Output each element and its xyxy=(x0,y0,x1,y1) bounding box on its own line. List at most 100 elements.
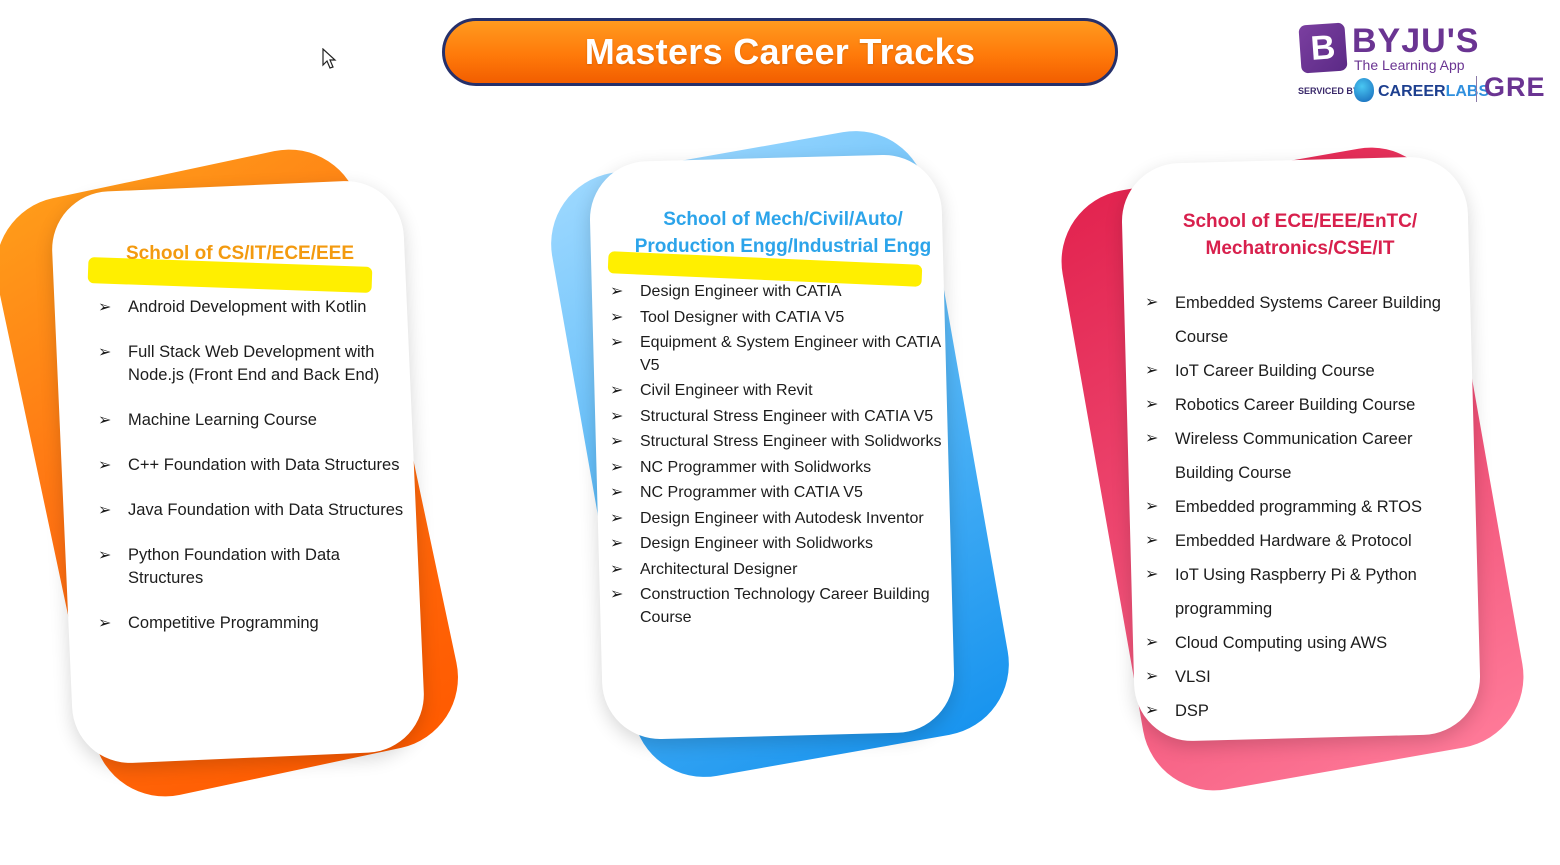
logo-partner-a: CAREER xyxy=(1378,83,1446,100)
blue-course-list: ➢ Design Engineer with CATIA ➢ Tool Designe… xyxy=(610,281,955,632)
list-item: ➢ Design Engineer with CATIA xyxy=(610,281,955,304)
list-item: ➢ Competitive Programming xyxy=(98,612,408,635)
course-name: VLSI xyxy=(1175,668,1211,686)
list-item: ➢ VLSI xyxy=(1145,660,1465,694)
arrow-bullet-icon: ➢ xyxy=(610,382,624,399)
course-name: Design Engineer with Autodesk Inventor xyxy=(640,509,924,527)
arrow-bullet-icon: ➢ xyxy=(98,615,112,632)
course-name: Equipment & System Engineer with CATIA V… xyxy=(640,334,941,374)
course-name: Tool Designer with CATIA V5 xyxy=(640,308,845,326)
list-item: ➢ Equipment & System Engineer with CATIA … xyxy=(610,332,955,377)
list-item: ➢ Tool Designer with CATIA V5 xyxy=(610,307,955,330)
list-item: ➢ IoT Using Raspberry Pi & Python program… xyxy=(1145,558,1465,626)
pink-card-heading: School of ECE/EEE/EnTC/ Mechatronics/CSE… xyxy=(1182,211,1418,259)
pink-course-list: ➢ Embedded Systems Career Building Course… xyxy=(1145,286,1465,728)
list-item: ➢ NC Programmer with Solidworks xyxy=(610,457,955,480)
course-name: Machine Learning Course xyxy=(128,411,317,429)
list-item: ➢ Structural Stress Engineer with Solidwo… xyxy=(610,431,955,454)
course-name: Design Engineer with CATIA xyxy=(640,283,842,300)
arrow-bullet-icon: ➢ xyxy=(1145,430,1159,447)
course-name: DSP xyxy=(1175,702,1209,720)
arrow-bullet-icon: ➢ xyxy=(610,586,624,603)
logo-tagline: The Learning App xyxy=(1354,57,1465,73)
list-item: ➢ Embedded Systems Career Building Course xyxy=(1145,286,1465,354)
course-name: Construction Technology Career Building … xyxy=(640,586,930,626)
list-item: ➢ Wireless Communication Career Building … xyxy=(1145,422,1465,490)
list-item: ➢ Embedded Hardware & Protocol xyxy=(1145,524,1465,558)
arrow-bullet-icon: ➢ xyxy=(1145,362,1159,379)
arrow-bullet-icon: ➢ xyxy=(1145,532,1159,549)
course-name: Embedded Hardware & Protocol xyxy=(1175,532,1412,550)
course-name: NC Programmer with CATIA V5 xyxy=(640,484,863,501)
arrow-bullet-icon: ➢ xyxy=(1145,702,1159,719)
course-name: Embedded Systems Career Building Course xyxy=(1175,294,1441,346)
arrow-bullet-icon: ➢ xyxy=(98,412,112,429)
slide-title: Masters Career Tracks xyxy=(584,31,976,72)
course-name: Competitive Programming xyxy=(128,614,319,632)
arrow-bullet-icon: ➢ xyxy=(98,344,112,361)
course-name: C++ Foundation with Data Structures xyxy=(128,456,400,474)
logo-exam: GRE xyxy=(1484,72,1546,102)
course-name: Python Foundation with Data Structures xyxy=(128,546,340,587)
careerlabs-drop-icon xyxy=(1354,78,1374,102)
list-item: ➢ Civil Engineer with Revit xyxy=(610,380,955,403)
list-item: ➢ NC Programmer with CATIA V5 xyxy=(610,482,955,505)
arrow-bullet-icon: ➢ xyxy=(610,308,624,326)
course-name: Design Engineer with Solidworks xyxy=(640,535,873,552)
list-item: ➢ Full Stack Web Development with Node.js… xyxy=(98,341,408,387)
orange-course-list: ➢ Android Development with Kotlin ➢ Full St… xyxy=(98,296,408,657)
byjus-b-logo-icon: B xyxy=(1298,22,1348,74)
course-name: Robotics Career Building Course xyxy=(1175,396,1416,414)
course-name: Cloud Computing using AWS xyxy=(1175,634,1388,652)
list-item: ➢ Python Foundation with Data Structures xyxy=(98,544,408,590)
list-item: ➢ Cloud Computing using AWS xyxy=(1145,626,1465,660)
course-name: Android Development with Kotlin xyxy=(128,298,367,316)
arrow-bullet-icon: ➢ xyxy=(610,458,624,476)
list-item: ➢ IoT Career Building Course xyxy=(1145,354,1465,388)
course-name: Structural Stress Engineer with CATIA V5 xyxy=(640,407,934,425)
list-item: ➢ Structural Stress Engineer with CATIA V… xyxy=(610,406,955,429)
course-name: IoT Career Building Course xyxy=(1175,362,1375,380)
list-item: ➢ Java Foundation with Data Structures xyxy=(98,499,408,522)
arrow-bullet-icon: ➢ xyxy=(1145,396,1159,413)
list-item: ➢ Construction Technology Career Building… xyxy=(610,584,955,629)
logo-partner: CAREERLABS xyxy=(1378,83,1489,101)
list-item: ➢ C++ Foundation with Data Structures xyxy=(98,454,408,477)
arrow-bullet-icon: ➢ xyxy=(98,299,112,316)
course-name: NC Programmer with Solidworks xyxy=(640,458,872,476)
slide-title-banner: Masters Career Tracks xyxy=(442,18,1118,86)
list-item: ➢ Machine Learning Course xyxy=(98,409,408,432)
course-name: Civil Engineer with Revit xyxy=(640,382,813,399)
logo-serviced-by: SERVICED BY xyxy=(1298,86,1359,96)
arrow-bullet-icon: ➢ xyxy=(98,502,112,519)
arrow-bullet-icon: ➢ xyxy=(610,560,624,578)
mouse-cursor-icon xyxy=(322,48,337,69)
arrow-bullet-icon: ➢ xyxy=(610,433,624,450)
list-item: ➢ Embedded programming & RTOS xyxy=(1145,490,1465,524)
list-item: ➢ Architectural Designer xyxy=(610,559,955,582)
arrow-bullet-icon: ➢ xyxy=(610,334,624,351)
list-item: ➢ Android Development with Kotlin xyxy=(98,296,408,319)
course-name: Embedded programming & RTOS xyxy=(1175,498,1423,516)
arrow-bullet-icon: ➢ xyxy=(98,457,112,474)
byjus-careerlabs-logo: B BYJU'S The Learning App SERVICED BY CA… xyxy=(1298,22,1548,104)
arrow-bullet-icon: ➢ xyxy=(98,547,112,564)
arrow-bullet-icon: ➢ xyxy=(610,484,624,501)
arrow-bullet-icon: ➢ xyxy=(1145,294,1159,311)
orange-card-heading: School of CS/IT/ECE/EEE xyxy=(126,243,355,264)
arrow-bullet-icon: ➢ xyxy=(1145,566,1159,583)
blue-card-heading: School of Mech/Civil/Auto/ Production En… xyxy=(634,209,932,257)
logo-partner-b: LABS xyxy=(1445,83,1490,100)
arrow-bullet-icon: ➢ xyxy=(610,535,624,552)
list-item: ➢ Design Engineer with Autodesk Inventor xyxy=(610,508,955,531)
arrow-bullet-icon: ➢ xyxy=(1145,634,1159,651)
logo-brand: BYJU'S xyxy=(1352,22,1480,60)
course-name: Full Stack Web Development with Node.js … xyxy=(128,343,380,384)
list-item: ➢ Design Engineer with Solidworks xyxy=(610,533,955,556)
course-name: Wireless Communication Career Building C… xyxy=(1175,430,1413,482)
course-name: Architectural Designer xyxy=(640,560,798,578)
course-name: Structural Stress Engineer with Solidwor… xyxy=(640,433,942,450)
logo-divider xyxy=(1476,76,1477,102)
arrow-bullet-icon: ➢ xyxy=(1145,668,1159,685)
arrow-bullet-icon: ➢ xyxy=(610,283,624,300)
